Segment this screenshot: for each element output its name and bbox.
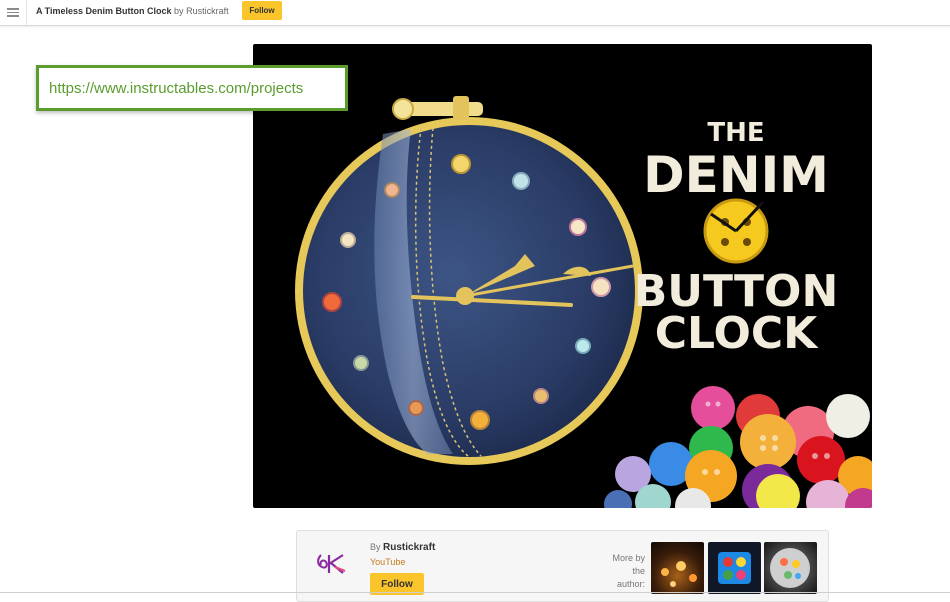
sticky-header: A Timeless Denim Button Clock by Rustick… [0, 0, 950, 26]
mini-button-clock-icon [703, 198, 769, 264]
author-by-line: By Rustickraft [370, 541, 435, 554]
url-overlay: https://www.instructables.com/projects [36, 65, 348, 111]
author-project-thumbnail[interactable] [651, 542, 704, 594]
by-label: by [174, 6, 184, 16]
url-text[interactable]: https://www.instructables.com/projects [49, 80, 303, 97]
bottom-divider [0, 592, 950, 593]
author-avatar[interactable] [315, 551, 349, 577]
more-by-author-label: More by the author: [612, 553, 645, 589]
author-project-thumbnail[interactable] [764, 542, 817, 594]
project-title: A Timeless Denim Button Clock [36, 6, 172, 16]
denim-clock-illustration: THE DENIM BUTTON CLOCK [295, 96, 872, 508]
hero-image: THE DENIM BUTTON CLOCK [253, 44, 872, 508]
youtube-link[interactable]: YouTube [370, 556, 435, 568]
author-info: By Rustickraft YouTube Follow [370, 541, 435, 595]
project-title-line: A Timeless Denim Button Clock by Rustick… [36, 5, 229, 17]
colorful-buttons-pile [604, 386, 872, 508]
hero-title-the: THE [707, 118, 764, 148]
author-project-thumbnail[interactable] [708, 542, 761, 594]
hero-title-clock: CLOCK [655, 308, 819, 359]
by-label: By [370, 542, 381, 552]
follow-button[interactable]: Follow [242, 1, 282, 20]
hero-title-denim: DENIM [643, 146, 829, 204]
author-name[interactable]: Rustickraft [383, 542, 435, 553]
clock-face [295, 96, 643, 465]
hamburger-menu-icon[interactable] [0, 0, 27, 25]
author-link[interactable]: Rustickraft [186, 6, 229, 16]
